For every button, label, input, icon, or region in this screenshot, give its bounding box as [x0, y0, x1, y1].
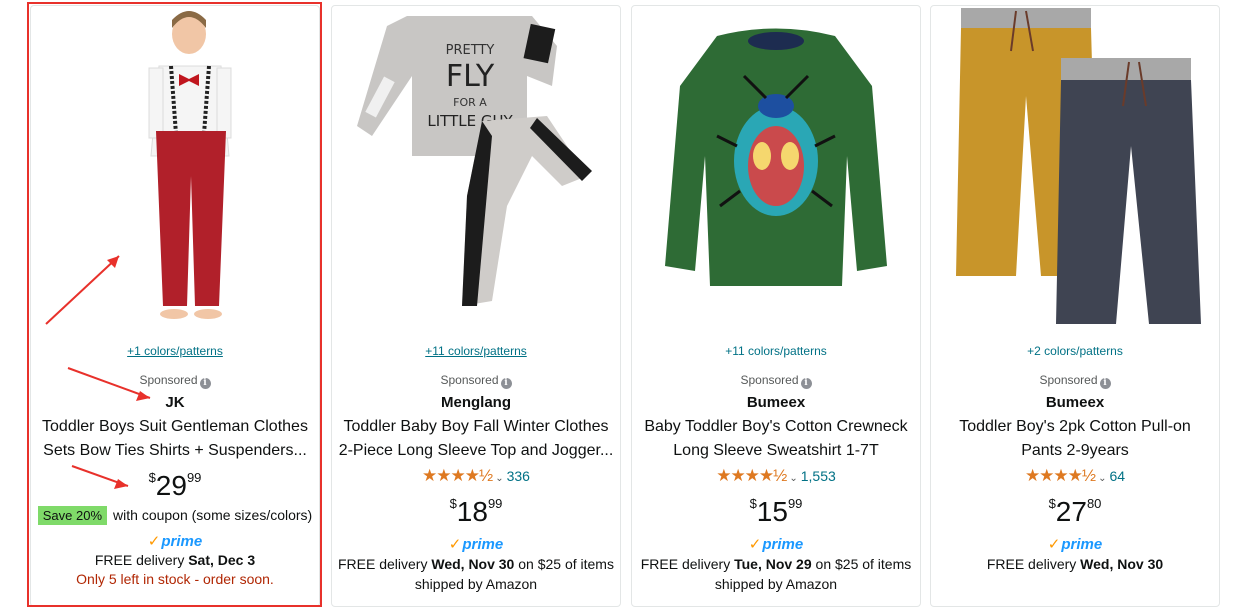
prime-check-icon: ✓	[448, 536, 462, 553]
prime-logo: ✓prime	[931, 535, 1219, 553]
sponsored-label[interactable]: Sponsored i	[31, 373, 319, 389]
delivery-prefix: FREE delivery	[986, 556, 1081, 572]
review-count[interactable]: 64	[1109, 468, 1125, 484]
product-image[interactable]	[632, 6, 920, 326]
star-rating-icon[interactable]: ★★★★½	[716, 466, 787, 485]
delivery-info: FREE delivery Sat, Dec 3	[31, 550, 319, 570]
product-image[interactable]: PRETTY FLY FOR A LITTLE GUY	[332, 6, 620, 326]
product-title[interactable]: Toddler Boys Suit Gentleman Clothes Sets…	[31, 415, 319, 463]
price-whole: 29	[155, 470, 187, 501]
product-card[interactable]: +1 colors/patterns Sponsored i JK Toddler…	[30, 5, 320, 607]
info-icon[interactable]: i	[800, 378, 812, 389]
coupon-row[interactable]: Save 20% with coupon (some sizes/colors)	[31, 506, 319, 525]
product-photo-tracksuit: PRETTY FLY FOR A LITTLE GUY	[332, 6, 620, 326]
brand-name: Bumeex	[746, 394, 806, 411]
product-title[interactable]: Baby Toddler Boy's Cotton Crewneck Long …	[632, 415, 920, 463]
price-symbol: $	[148, 470, 156, 485]
price-symbol: $	[749, 496, 757, 511]
delivery-prefix: FREE delivery	[94, 552, 189, 568]
delivery-info: FREE delivery Wed, Nov 30 on $25 of item…	[332, 554, 620, 574]
chevron-down-icon[interactable]: ⌄	[495, 473, 503, 484]
product-image[interactable]	[31, 6, 319, 326]
prime-check-icon: ✓	[748, 536, 762, 553]
product-photo-pants	[931, 6, 1219, 326]
info-icon[interactable]: i	[199, 378, 211, 389]
prime-logo: ✓prime	[31, 532, 319, 550]
svg-text:FOR A: FOR A	[453, 96, 487, 109]
star-rating-icon[interactable]: ★★★★½	[1025, 466, 1096, 485]
delivery-prefix: FREE delivery	[640, 556, 735, 572]
delivery-info: FREE delivery Tue, Nov 29 on $25 of item…	[632, 554, 920, 574]
colors-patterns-link[interactable]: +2 colors/patterns	[931, 344, 1219, 358]
sponsored-text: Sponsored	[440, 373, 499, 387]
prime-check-icon: ✓	[147, 533, 161, 550]
prime-check-icon: ✓	[1047, 536, 1061, 553]
product-photo-sweatshirt	[632, 6, 920, 326]
delivery-prefix: FREE delivery	[338, 556, 432, 572]
shipped-by: shipped by Amazon	[714, 576, 838, 592]
product-card[interactable]: +11 colors/patterns Sponsored i Bumeex Ba…	[631, 5, 921, 607]
coupon-badge: Save 20%	[37, 506, 108, 525]
product-price[interactable]: $2780	[931, 496, 1219, 528]
brand-name: JK	[165, 394, 185, 411]
sponsored-label[interactable]: Sponsored i	[332, 373, 620, 389]
delivery-suffix: on $25 of items	[811, 556, 912, 572]
svg-text:FLY: FLY	[446, 59, 495, 94]
delivery-date: Tue, Nov 29	[734, 556, 812, 572]
brand-name: Bumeex	[1045, 394, 1105, 411]
sponsored-text: Sponsored	[740, 373, 799, 387]
delivery-date: Sat, Dec 3	[188, 552, 256, 568]
product-price[interactable]: $2999	[31, 470, 319, 502]
prime-text: prime	[462, 536, 504, 553]
product-image[interactable]	[931, 6, 1219, 326]
product-card[interactable]: +2 colors/patterns Sponsored i Bumeex Tod…	[930, 5, 1220, 607]
price-symbol: $	[1048, 496, 1056, 511]
delivery-info: FREE delivery Wed, Nov 30	[931, 554, 1219, 574]
product-title[interactable]: Toddler Baby Boy Fall Winter Clothes 2-P…	[332, 415, 620, 463]
star-rating-icon[interactable]: ★★★★½	[422, 466, 493, 485]
colors-patterns-link[interactable]: +11 colors/patterns	[332, 344, 620, 358]
product-price[interactable]: $1899	[332, 496, 620, 528]
product-price[interactable]: $1599	[632, 496, 920, 528]
sponsored-text: Sponsored	[139, 373, 198, 387]
prime-text: prime	[762, 536, 804, 553]
prime-text: prime	[1061, 536, 1103, 553]
stock-warning: Only 5 left in stock - order soon.	[76, 571, 274, 587]
prime-logo: ✓prime	[332, 535, 620, 553]
sponsored-text: Sponsored	[1039, 373, 1098, 387]
price-fraction: 99	[787, 496, 803, 511]
price-fraction: 80	[1086, 496, 1102, 511]
rating-row[interactable]: ★★★★½ ⌄ 1,553	[632, 466, 920, 486]
product-title[interactable]: Toddler Boy's 2pk Cotton Pull-on Pants 2…	[931, 415, 1219, 463]
prime-text: prime	[161, 533, 203, 550]
svg-text:PRETTY: PRETTY	[446, 43, 495, 58]
colors-patterns-link[interactable]: +1 colors/patterns	[31, 344, 319, 358]
price-symbol: $	[449, 496, 457, 511]
product-card[interactable]: PRETTY FLY FOR A LITTLE GUY +11 colors/p…	[331, 5, 621, 607]
chevron-down-icon[interactable]: ⌄	[1098, 473, 1106, 484]
review-count[interactable]: 1,553	[801, 468, 836, 484]
delivery-date: Wed, Nov 30	[431, 556, 515, 572]
brand-name: Menglang	[441, 394, 511, 411]
price-fraction: 99	[186, 470, 202, 485]
chevron-down-icon[interactable]: ⌄	[789, 473, 797, 484]
sponsored-label[interactable]: Sponsored i	[632, 373, 920, 389]
product-photo-boy-suit	[31, 6, 319, 326]
price-whole: 18	[456, 496, 488, 527]
sponsored-label[interactable]: Sponsored i	[931, 373, 1219, 389]
coupon-text: with coupon (some sizes/colors)	[113, 507, 313, 523]
info-icon[interactable]: i	[1099, 378, 1111, 389]
price-whole: 27	[1055, 496, 1087, 527]
review-count[interactable]: 336	[507, 468, 530, 484]
delivery-date: Wed, Nov 30	[1080, 556, 1164, 572]
price-fraction: 99	[487, 496, 503, 511]
rating-row[interactable]: ★★★★½ ⌄ 64	[931, 466, 1219, 486]
info-icon[interactable]: i	[500, 378, 512, 389]
price-whole: 15	[756, 496, 788, 527]
prime-logo: ✓prime	[632, 535, 920, 553]
delivery-suffix: on $25 of items	[514, 556, 614, 572]
rating-row[interactable]: ★★★★½ ⌄ 336	[332, 466, 620, 486]
colors-patterns-link[interactable]: +11 colors/patterns	[632, 344, 920, 358]
shipped-by: shipped by Amazon	[414, 576, 538, 592]
